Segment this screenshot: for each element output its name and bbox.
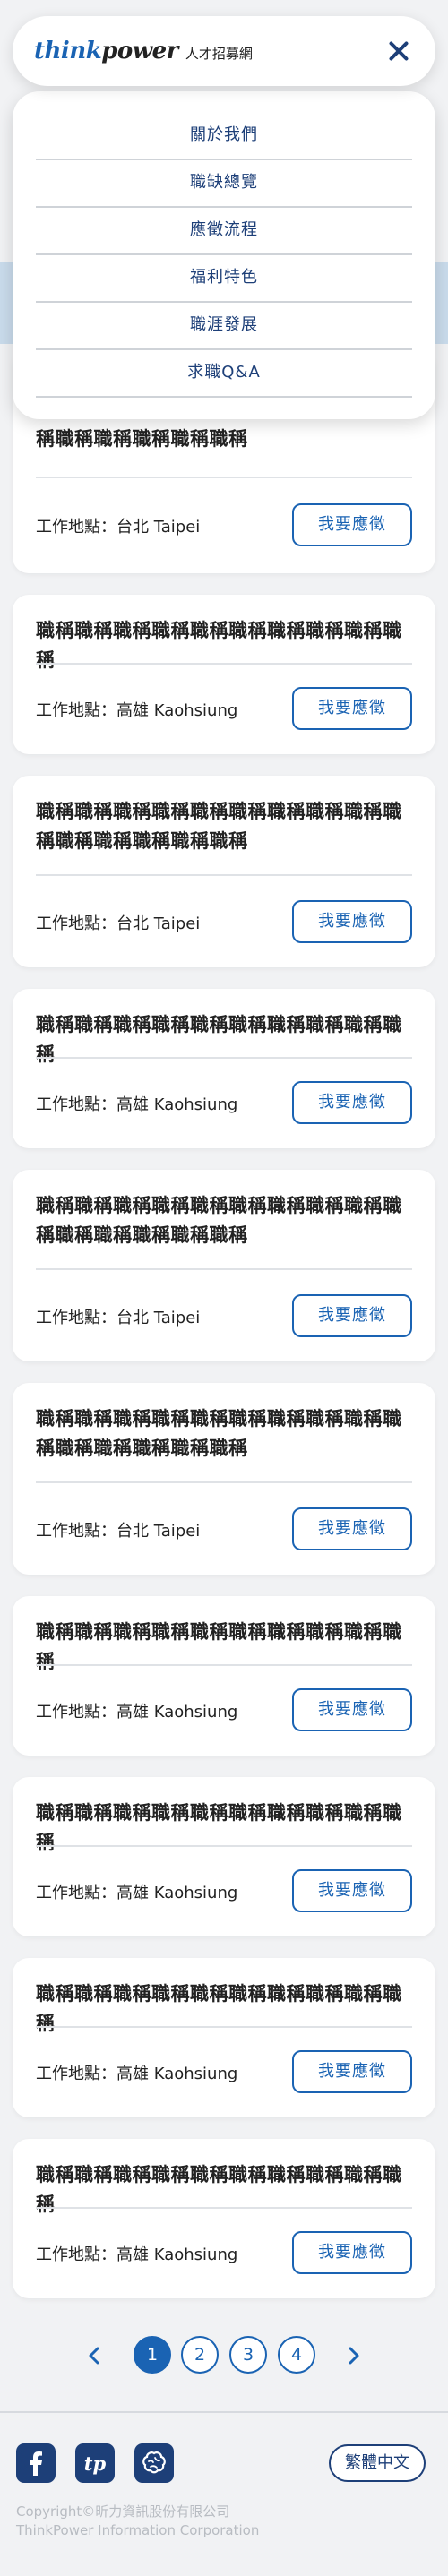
- job-location: 工作地點：台北 Taipei: [36, 911, 200, 934]
- divider: [36, 663, 412, 665]
- job-location: 工作地點：高雄 Kaohsiung: [36, 698, 237, 721]
- job-card: 職稱職稱職稱職稱職稱職稱職稱職稱職稱職稱 工作地點：高雄 Kaohsiung 我…: [13, 2139, 435, 2298]
- apply-button[interactable]: 我要應徵: [292, 2050, 412, 2093]
- job-title: 職稱職稱職稱職稱職稱職稱職稱職稱職稱職稱: [36, 2164, 402, 2215]
- menu-item-faq[interactable]: 求職Q&A: [36, 350, 412, 398]
- divider: [36, 874, 412, 876]
- location-label: 工作地點：: [36, 701, 116, 720]
- job-card: 職稱職稱職稱職稱職稱職稱職稱職稱職稱職稱職稱職稱職稱職稱職稱 工作地點：台北 T…: [13, 1383, 435, 1575]
- tp-icon-text: tp: [83, 2451, 107, 2475]
- apply-button[interactable]: 我要應徵: [292, 1869, 412, 1912]
- job-location: 工作地點：台北 Taipei: [36, 1518, 200, 1541]
- menu-item-process[interactable]: 應徵流程: [36, 208, 412, 255]
- menu-item-jobs[interactable]: 職缺總覽: [36, 160, 412, 208]
- location-value: 高雄 Kaohsiung: [116, 1884, 238, 1902]
- apply-button[interactable]: 我要應徵: [292, 2231, 412, 2274]
- job-card: 職稱職稱職稱職稱職稱職稱職稱職稱職稱職稱職稱職稱職稱職稱職稱 工作地點：台北 T…: [13, 1170, 435, 1361]
- location-label: 工作地點：: [36, 518, 116, 537]
- divider: [36, 477, 412, 478]
- job-title: 職稱職稱職稱職稱職稱職稱職稱職稱職稱職稱: [36, 1621, 402, 1672]
- location-value: 高雄 Kaohsiung: [116, 1703, 238, 1722]
- logo-power-text: power: [101, 38, 178, 64]
- site-header: think power 人才招募網: [13, 16, 435, 86]
- footer-divider: [0, 2411, 448, 2413]
- job-card: 職稱職稱職稱職稱職稱職稱職稱職稱職稱職稱 工作地點：高雄 Kaohsiung 我…: [13, 1958, 435, 2117]
- location-value: 台北 Taipei: [116, 518, 201, 537]
- logo-think-text: think: [34, 38, 102, 64]
- job-location: 工作地點：高雄 Kaohsiung: [36, 2061, 237, 2084]
- location-value: 高雄 Kaohsiung: [116, 701, 238, 720]
- divider: [36, 1057, 412, 1059]
- page-2-button[interactable]: 2: [181, 2336, 219, 2374]
- divider: [36, 1664, 412, 1666]
- apply-button[interactable]: 我要應徵: [292, 1688, 412, 1731]
- logo-subtitle: 人才招募網: [185, 46, 253, 62]
- divider: [36, 1481, 412, 1483]
- job-title: 職稱職稱職稱職稱職稱職稱職稱職稱職稱職稱: [36, 1802, 402, 1853]
- copyright-text: Copyright©昕力資訊股份有限公司: [16, 2503, 230, 2520]
- job-location: 工作地點：高雄 Kaohsiung: [36, 1092, 237, 1115]
- location-label: 工作地點：: [36, 2245, 116, 2264]
- job-location: 工作地點：高雄 Kaohsiung: [36, 1880, 237, 1903]
- page-1-button[interactable]: 1: [134, 2336, 171, 2374]
- job-title: 職稱職稱職稱職稱職稱職稱職稱職稱職稱職稱: [36, 1014, 402, 1065]
- divider: [36, 1268, 412, 1270]
- apply-button[interactable]: 我要應徵: [292, 687, 412, 730]
- job-location: 工作地點：高雄 Kaohsiung: [36, 2242, 237, 2265]
- job-title: 職稱職稱職稱職稱職稱職稱職稱職稱職稱職稱職稱職稱職稱職稱職稱: [36, 801, 402, 852]
- divider: [36, 1845, 412, 1847]
- location-label: 工作地點：: [36, 1095, 116, 1114]
- apply-button[interactable]: 我要應徵: [292, 1507, 412, 1550]
- divider: [36, 2026, 412, 2028]
- nav-menu: 關於我們 職缺總覽 應徵流程 福利特色 職涯發展 求職Q&A: [13, 91, 435, 419]
- menu-item-about[interactable]: 關於我們: [36, 113, 412, 160]
- facebook-icon[interactable]: [16, 2443, 56, 2483]
- tp-icon[interactable]: tp: [75, 2443, 115, 2483]
- location-label: 工作地點：: [36, 1309, 116, 1327]
- company-en-name: ThinkPower Information Corporation: [16, 2522, 260, 2538]
- job-title: 職稱職稱職稱職稱職稱職稱職稱職稱職稱職稱職稱職稱職稱職稱職稱: [36, 1408, 402, 1459]
- pagination: 1 2 3 4: [0, 2336, 448, 2375]
- menu-item-benefits[interactable]: 福利特色: [36, 255, 412, 303]
- location-value: 台北 Taipei: [116, 914, 201, 933]
- brain-icon[interactable]: [134, 2443, 174, 2483]
- job-card: 職稱職稱職稱職稱職稱職稱職稱職稱職稱職稱 工作地點：高雄 Kaohsiung 我…: [13, 1777, 435, 1936]
- location-label: 工作地點：: [36, 914, 116, 933]
- job-title: 職稱職稱職稱職稱職稱職稱職稱職稱職稱職稱: [36, 620, 402, 671]
- apply-button[interactable]: 我要應徵: [292, 900, 412, 943]
- location-value: 高雄 Kaohsiung: [116, 2065, 238, 2083]
- job-card: 職稱職稱職稱職稱職稱職稱職稱職稱職稱職稱 工作地點：高雄 Kaohsiung 我…: [13, 595, 435, 754]
- location-value: 台北 Taipei: [116, 1309, 201, 1327]
- location-label: 工作地點：: [36, 1522, 116, 1541]
- divider: [36, 2207, 412, 2209]
- job-location: 工作地點：台北 Taipei: [36, 514, 200, 537]
- menu-item-career[interactable]: 職涯發展: [36, 303, 412, 350]
- job-card: 職稱職稱職稱職稱職稱職稱職稱職稱職稱職稱 工作地點：高雄 Kaohsiung 我…: [13, 989, 435, 1148]
- language-switch-button[interactable]: 繁體中文: [329, 2444, 426, 2482]
- job-location: 工作地點：台北 Taipei: [36, 1305, 200, 1328]
- job-title: 職稱職稱職稱職稱職稱職稱職稱職稱職稱職稱: [36, 1983, 402, 2034]
- chevron-right-icon[interactable]: [342, 2345, 364, 2366]
- job-location: 工作地點：高雄 Kaohsiung: [36, 1699, 237, 1722]
- close-icon[interactable]: [383, 36, 414, 66]
- page-3-button[interactable]: 3: [229, 2336, 267, 2374]
- location-value: 台北 Taipei: [116, 1522, 201, 1541]
- location-label: 工作地點：: [36, 1884, 116, 1902]
- job-card: 職稱職稱職稱職稱職稱職稱職稱職稱職稱職稱職稱職稱職稱職稱職稱 工作地點：台北 T…: [13, 776, 435, 967]
- job-title: 職稱職稱職稱職稱職稱職稱職稱職稱職稱職稱職稱職稱職稱職稱職稱: [36, 1195, 402, 1246]
- location-label: 工作地點：: [36, 2065, 116, 2083]
- location-value: 高雄 Kaohsiung: [116, 1095, 238, 1114]
- job-card: 職稱職稱職稱職稱職稱職稱職稱職稱職稱職稱 工作地點：高雄 Kaohsiung 我…: [13, 1596, 435, 1756]
- apply-button[interactable]: 我要應徵: [292, 1294, 412, 1337]
- apply-button[interactable]: 我要應徵: [292, 1081, 412, 1124]
- page-4-button[interactable]: 4: [278, 2336, 315, 2374]
- location-value: 高雄 Kaohsiung: [116, 2245, 238, 2264]
- chevron-left-icon[interactable]: [84, 2345, 106, 2366]
- location-label: 工作地點：: [36, 1703, 116, 1722]
- thinkpower-logo[interactable]: think power 人才招募網: [34, 38, 253, 64]
- apply-button[interactable]: 我要應徵: [292, 503, 412, 546]
